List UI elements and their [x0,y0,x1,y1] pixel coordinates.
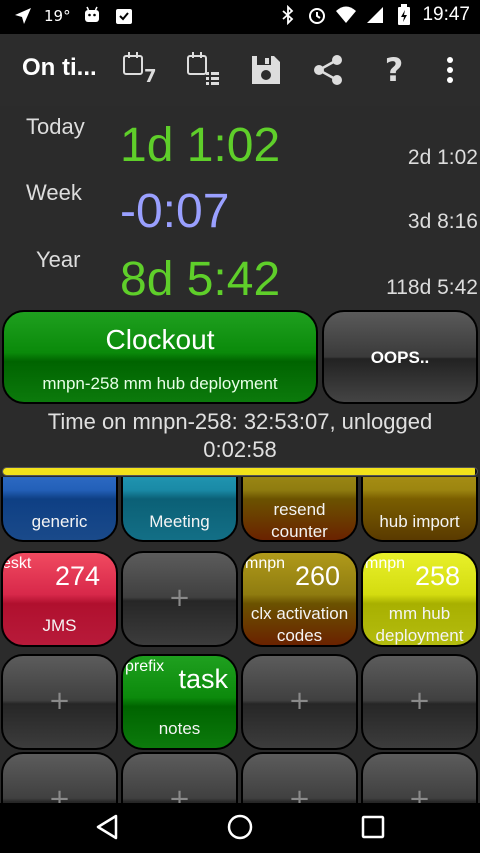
calendar-week-button[interactable]: 7 [116,48,160,92]
task-tile-resend-counter[interactable]: 299 resend counter [241,477,358,542]
week-label: Week [26,180,82,205]
task-tile-jms[interactable]: eskt 274 JMS [1,551,118,647]
tile-prefix: prefix [125,658,165,675]
inbox-check-icon [113,5,135,27]
add-task-tile[interactable]: + [361,752,478,803]
action-bar: On ti... 7 ? [0,34,480,106]
year-label: Year [36,247,81,272]
alarm-icon [306,4,328,26]
home-icon [227,814,253,840]
task-grid: generic 1 Meeting 299 resend counter 286… [0,477,480,803]
clockout-task: mnpn-258 mm hub deployment [42,374,278,393]
clockout-label: Clockout [105,324,215,355]
back-icon [96,814,118,840]
bluetooth-icon [277,4,299,26]
task-tile-notes[interactable]: prefix task notes [121,654,238,750]
task-tile-hub-import[interactable]: 286 hub import [361,477,478,542]
temperature-text: 19° [44,7,71,25]
share-icon [314,55,342,85]
overflow-menu-icon [447,57,453,83]
today-total: 2d 1:02 [407,146,478,169]
week-total: 3d 8:16 [407,210,478,233]
time-status-line2: 0:02:58 [203,437,277,462]
add-task-tile[interactable]: + [121,551,238,647]
week-row: Week -0:07 3d 8:16 [0,178,480,246]
time-status: Time on mnpn-258: 32:53:07, unlogged 0:0… [0,408,480,464]
add-icon: + [288,784,311,803]
tile-prefix: mnpn [365,555,406,572]
android-icon [81,5,103,27]
tile-label: notes [158,719,201,738]
year-time: 8d 5:42 [120,253,281,306]
week-number: 7 [144,66,157,87]
navigation-arrow-icon [12,5,34,27]
task-tile-generic[interactable]: generic [1,477,118,542]
overflow-menu-button[interactable] [428,48,472,92]
year-row: Year 8d 5:42 118d 5:42 [0,246,480,314]
status-bar: 19° 19:47 [0,0,480,34]
tile-number: task [178,664,228,694]
tile-label: clx activation codes [250,604,349,645]
tile-number: 274 [54,561,100,591]
oops-button[interactable]: OOPS.. [322,310,478,404]
add-task-tile[interactable]: + [241,654,358,750]
tile-number: 258 [414,561,460,591]
task-tile-mm-hub-deployment[interactable]: mnpn 258 mm hub deployment [361,551,478,647]
signal-icon [364,4,386,26]
add-icon: + [48,784,71,803]
add-icon: + [288,686,311,716]
share-button[interactable] [306,48,350,92]
add-icon: + [168,583,191,613]
today-time: 1d 1:02 [120,119,281,172]
back-button[interactable] [85,807,129,847]
help-button[interactable]: ? [372,48,416,92]
calendar-list-button[interactable] [180,48,224,92]
add-task-tile[interactable]: + [121,752,238,803]
tile-prefix: eskt [2,555,32,572]
add-task-tile[interactable]: + [1,752,118,803]
recents-icon [361,815,385,839]
tile-label: JMS [42,616,77,635]
add-task-tile[interactable]: + [1,654,118,750]
add-icon: + [408,686,431,716]
tile-label: Meeting [149,512,210,531]
time-status-line1: Time on mnpn-258: 32:53:07, unlogged [47,409,433,434]
clockout-button[interactable]: Clockout mnpn-258 mm hub deployment [2,310,318,404]
clock-text: 19:47 [422,4,470,25]
oops-label: OOPS.. [370,348,430,367]
progress-fill [3,468,475,475]
app-title: On ti... [22,54,97,81]
add-icon: + [48,686,71,716]
help-icon: ? [384,51,404,89]
home-button[interactable] [218,807,262,847]
add-task-tile[interactable]: + [241,752,358,803]
add-task-tile[interactable]: + [361,654,478,750]
tile-label: hub import [379,512,460,531]
add-icon: + [408,784,431,803]
add-icon: + [168,784,191,803]
navigation-bar [0,803,480,853]
save-button[interactable] [244,48,288,92]
task-tile-clx-activation-codes[interactable]: mnpn 260 clx activation codes [241,551,358,647]
task-tile-meeting[interactable]: 1 Meeting [121,477,238,542]
week-time: -0:07 [120,185,230,238]
progress-bar [2,467,478,476]
wifi-icon [335,4,357,26]
tile-label: mm hub deployment [375,604,464,645]
battery-icon [393,4,415,26]
tile-label: generic [31,512,88,531]
calendar-list-icon [187,52,219,85]
tile-label: resend counter [271,500,328,541]
recents-button[interactable] [351,807,395,847]
tile-prefix: mnpn [245,555,286,572]
save-icon [252,56,280,84]
today-row: Today 1d 1:02 2d 1:02 [0,110,480,178]
today-label: Today [26,114,85,139]
tile-number: 260 [294,561,340,591]
year-total: 118d 5:42 [386,276,478,299]
